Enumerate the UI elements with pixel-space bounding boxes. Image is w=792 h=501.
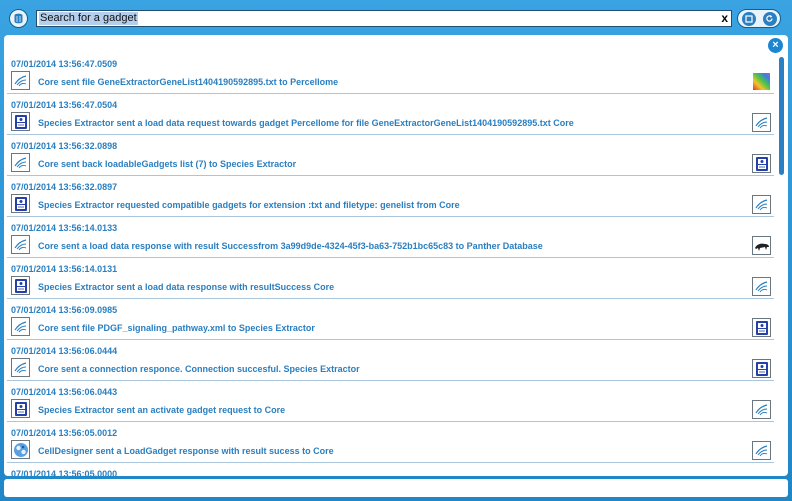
species-extractor-icon[interactable] — [11, 399, 30, 418]
percellome-icon[interactable] — [752, 72, 771, 91]
celldesigner-icon[interactable] — [11, 440, 30, 459]
species-extractor-icon[interactable] — [11, 112, 30, 131]
log-timestamp: 07/01/2014 13:56:14.0131 — [11, 264, 118, 274]
core-gadget-icon[interactable] — [752, 277, 771, 296]
log-item[interactable]: 07/01/2014 13:56:06.0444 Core sent a con… — [7, 340, 774, 381]
database-icon[interactable] — [9, 9, 28, 28]
close-icon[interactable]: × — [768, 38, 783, 53]
species-extractor-icon[interactable] — [11, 194, 30, 213]
window-controls — [737, 9, 781, 28]
log-timestamp: 07/01/2014 13:56:32.0897 — [11, 182, 118, 192]
core-gadget-icon[interactable] — [752, 195, 771, 214]
status-bar — [4, 479, 788, 497]
log-message: Core sent file GeneExtractorGeneList1404… — [38, 77, 339, 87]
log-item[interactable]: 07/01/2014 13:56:05.0012 CellDesigner se… — [7, 422, 774, 463]
log-message: Species Extractor requested compatible g… — [38, 200, 460, 210]
log-message: Core sent a load data response with resu… — [38, 241, 543, 251]
species-extractor-icon[interactable] — [752, 359, 771, 378]
species-extractor-icon[interactable] — [11, 276, 30, 295]
top-bar: Search for a gadget x — [0, 0, 792, 35]
log-timestamp: 07/01/2014 13:56:05.0000 — [11, 469, 118, 476]
app-frame: Search for a gadget x × 07/01/2014 13:56… — [0, 0, 792, 501]
refresh-button[interactable] — [762, 11, 777, 26]
log-timestamp: 07/01/2014 13:56:32.0898 — [11, 141, 118, 151]
core-gadget-icon[interactable] — [752, 441, 771, 460]
log-timestamp: 07/01/2014 13:56:05.0012 — [11, 428, 118, 438]
core-gadget-icon[interactable] — [11, 153, 30, 172]
log-message: Species Extractor sent a load data respo… — [38, 282, 335, 292]
core-gadget-icon[interactable] — [752, 113, 771, 132]
log-item[interactable]: 07/01/2014 13:56:47.0509 Core sent file … — [7, 53, 774, 94]
panther-database-icon[interactable] — [752, 236, 771, 255]
log-timestamp: 07/01/2014 13:56:14.0133 — [11, 223, 118, 233]
search-box: Search for a gadget x — [36, 10, 732, 27]
scrollbar-thumb[interactable] — [779, 57, 784, 175]
log-item[interactable]: 07/01/2014 13:56:14.0133 Core sent a loa… — [7, 217, 774, 258]
log-message: CellDesigner sent a LoadGadget response … — [38, 446, 334, 456]
core-gadget-icon[interactable] — [11, 235, 30, 254]
species-extractor-icon[interactable] — [752, 318, 771, 337]
core-gadget-icon[interactable] — [752, 400, 771, 419]
log-timestamp: 07/01/2014 13:56:09.0985 — [11, 305, 118, 315]
log-item[interactable]: 07/01/2014 13:56:05.0000 — [7, 463, 774, 476]
species-extractor-icon[interactable] — [752, 154, 771, 173]
core-gadget-icon[interactable] — [11, 358, 30, 377]
log-timestamp: 07/01/2014 13:56:06.0443 — [11, 387, 118, 397]
log-item[interactable]: 07/01/2014 13:56:32.0897 Species Extract… — [7, 176, 774, 217]
log-panel: × 07/01/2014 13:56:47.0509 Core sent fil… — [4, 35, 788, 476]
log-timestamp: 07/01/2014 13:56:47.0509 — [11, 59, 118, 69]
search-input[interactable] — [39, 12, 713, 25]
log-message: Core sent file PDGF_signaling_pathway.xm… — [38, 323, 315, 333]
stop-icon — [744, 14, 753, 23]
core-gadget-icon[interactable] — [11, 71, 30, 90]
refresh-icon — [766, 15, 773, 22]
log-message: Core sent back loadableGadgets list (7) … — [38, 159, 297, 169]
log-message: Species Extractor sent a load data reque… — [38, 118, 574, 128]
log-message: Species Extractor sent an activate gadge… — [38, 405, 286, 415]
log-item[interactable]: 07/01/2014 13:56:06.0443 Species Extract… — [7, 381, 774, 422]
clear-search-icon[interactable]: x — [721, 11, 728, 26]
log-item[interactable]: 07/01/2014 13:56:14.0131 Species Extract… — [7, 258, 774, 299]
log-item[interactable]: 07/01/2014 13:56:32.0898 Core sent back … — [7, 135, 774, 176]
stop-button[interactable] — [741, 11, 756, 26]
log-item[interactable]: 07/01/2014 13:56:47.0504 Species Extract… — [7, 94, 774, 135]
core-gadget-icon[interactable] — [11, 317, 30, 336]
log-list: 07/01/2014 13:56:47.0509 Core sent file … — [4, 53, 774, 476]
log-message: Core sent a connection responce. Connect… — [38, 364, 360, 374]
log-item[interactable]: 07/01/2014 13:56:09.0985 Core sent file … — [7, 299, 774, 340]
log-timestamp: 07/01/2014 13:56:06.0444 — [11, 346, 118, 356]
log-timestamp: 07/01/2014 13:56:47.0504 — [11, 100, 118, 110]
